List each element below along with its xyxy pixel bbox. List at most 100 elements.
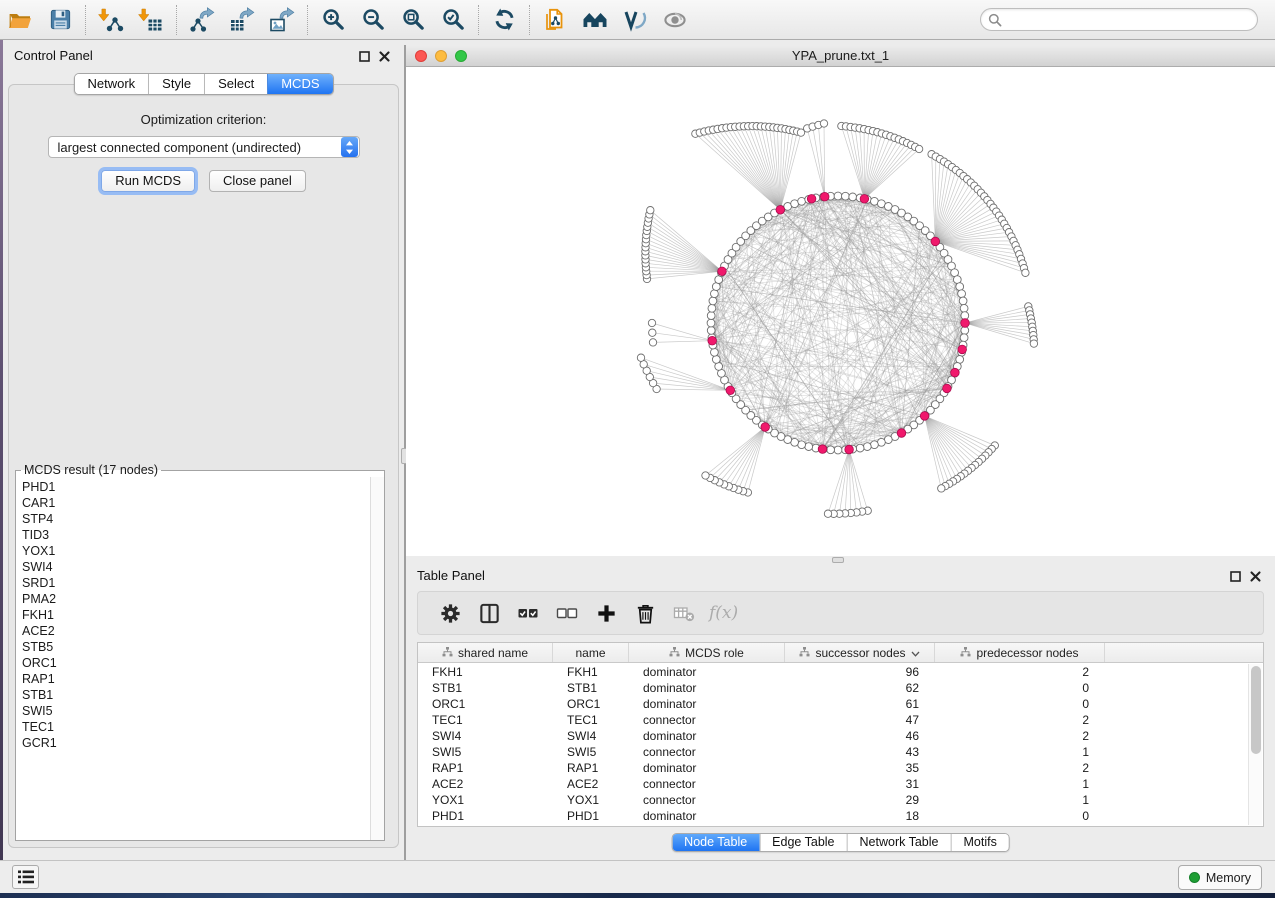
- table-row[interactable]: TEC1TEC1connector472: [418, 712, 1247, 728]
- graphics-details-icon[interactable]: [615, 3, 655, 37]
- column-header-name[interactable]: name: [553, 643, 629, 662]
- network-window-titlebar[interactable]: YPA_prune.txt_1: [406, 45, 1275, 67]
- table-scrollbar[interactable]: [1248, 664, 1262, 825]
- mcds-node-item[interactable]: SRD1: [22, 575, 384, 591]
- network-view-window: YPA_prune.txt_1: [406, 45, 1275, 556]
- column-header-successor-nodes[interactable]: successor nodes: [785, 643, 935, 662]
- search-icon: [988, 13, 1002, 27]
- cell-name: ACE2: [553, 777, 629, 791]
- add-column-icon[interactable]: [592, 599, 620, 627]
- minimize-window-button[interactable]: [435, 50, 447, 62]
- mcds-node-item[interactable]: SWI4: [22, 559, 384, 575]
- mcds-node-item[interactable]: TID3: [22, 527, 384, 543]
- cell-shared-name: YOX1: [418, 793, 553, 807]
- network-window-title: YPA_prune.txt_1: [792, 48, 889, 63]
- task-history-button[interactable]: [12, 865, 39, 889]
- mcds-node-item[interactable]: TEC1: [22, 719, 384, 735]
- table-row[interactable]: SWI5SWI5connector431: [418, 744, 1247, 760]
- import-network-icon[interactable]: [91, 3, 131, 37]
- network-canvas[interactable]: [406, 67, 1275, 555]
- mcds-list-scrollbar[interactable]: [370, 477, 384, 840]
- mcds-node-item[interactable]: PMA2: [22, 591, 384, 607]
- close-panel-icon[interactable]: [379, 51, 390, 62]
- mcds-node-item[interactable]: STB5: [22, 639, 384, 655]
- table-row[interactable]: RAP1RAP1dominator352: [418, 760, 1247, 776]
- mcds-node-item[interactable]: PHD1: [22, 479, 384, 495]
- cell-shared-name: SWI5: [418, 745, 553, 759]
- mcds-node-item[interactable]: YOX1: [22, 543, 384, 559]
- table-row[interactable]: STB1STB1dominator620: [418, 680, 1247, 696]
- mcds-node-item[interactable]: STP4: [22, 511, 384, 527]
- deselect-all-icon[interactable]: [553, 599, 581, 627]
- search-input[interactable]: [1002, 11, 1257, 29]
- mcds-node-item[interactable]: ORC1: [22, 655, 384, 671]
- close-window-button[interactable]: [415, 50, 427, 62]
- mcds-node-item[interactable]: RAP1: [22, 671, 384, 687]
- zoom-selected-icon[interactable]: [433, 3, 473, 37]
- export-image-icon[interactable]: [262, 3, 302, 37]
- save-session-icon[interactable]: [40, 3, 80, 37]
- optimization-criterion-select[interactable]: largest connected component (undirected): [48, 136, 360, 158]
- close-panel-icon[interactable]: [1250, 571, 1261, 582]
- memory-button[interactable]: Memory: [1178, 865, 1262, 890]
- table-scrollbar-thumb[interactable]: [1251, 666, 1261, 754]
- cell-shared-name: FKH1: [418, 665, 553, 679]
- control-tab-style[interactable]: Style: [148, 74, 204, 94]
- column-header-predecessor-nodes[interactable]: predecessor nodes: [935, 643, 1105, 662]
- export-table-icon[interactable]: [222, 3, 262, 37]
- first-neighbors-icon[interactable]: [575, 3, 615, 37]
- zoom-out-icon[interactable]: [353, 3, 393, 37]
- list-icon: [18, 870, 34, 884]
- table-tab-network-table[interactable]: Network Table: [847, 834, 951, 851]
- mcds-node-item[interactable]: ACE2: [22, 623, 384, 639]
- cell-name: SWI4: [553, 729, 629, 743]
- table-row[interactable]: YOX1YOX1connector291: [418, 792, 1247, 808]
- mcds-node-item[interactable]: SWI5: [22, 703, 384, 719]
- cell-predecessor-nodes: 2: [935, 713, 1105, 727]
- column-header-MCDS-role[interactable]: MCDS role: [629, 643, 785, 662]
- table-row[interactable]: SWI4SWI4dominator462: [418, 728, 1247, 744]
- maximize-window-button[interactable]: [455, 50, 467, 62]
- column-settings-gear-icon[interactable]: [436, 599, 464, 627]
- table-row[interactable]: PHD1PHD1dominator180: [418, 808, 1247, 824]
- toggle-panel-mode-icon[interactable]: [475, 599, 503, 627]
- mcds-node-item[interactable]: STB1: [22, 687, 384, 703]
- zoom-fit-icon[interactable]: [393, 3, 433, 37]
- zoom-in-icon[interactable]: [313, 3, 353, 37]
- cell-successor-nodes: 43: [785, 745, 935, 759]
- column-header-filler: [1105, 643, 1263, 662]
- new-network-from-file-icon[interactable]: [535, 3, 575, 37]
- column-type-icon: [799, 646, 810, 660]
- main-toolbar: [0, 0, 1275, 40]
- table-tab-motifs[interactable]: Motifs: [950, 834, 1008, 851]
- show-hide-eye-icon[interactable]: [655, 3, 695, 37]
- cell-name: YOX1: [553, 793, 629, 807]
- mcds-node-item[interactable]: GCR1: [22, 735, 384, 751]
- close-panel-button[interactable]: Close panel: [209, 170, 306, 192]
- table-tab-edge-table[interactable]: Edge Table: [759, 834, 846, 851]
- control-panel-tab-bar: NetworkStyleSelectMCDS: [73, 73, 333, 95]
- mcds-node-item[interactable]: CAR1: [22, 495, 384, 511]
- control-tab-mcds[interactable]: MCDS: [267, 74, 332, 94]
- mcds-node-item[interactable]: FKH1: [22, 607, 384, 623]
- refresh-icon[interactable]: [484, 3, 524, 37]
- export-network-icon[interactable]: [182, 3, 222, 37]
- run-mcds-button[interactable]: Run MCDS: [101, 170, 195, 192]
- float-panel-icon[interactable]: [1230, 571, 1241, 582]
- mcds-result-list[interactable]: PHD1CAR1STP4TID3YOX1SWI4SRD1PMA2FKH1ACE2…: [16, 477, 384, 840]
- table-tab-node-table[interactable]: Node Table: [672, 834, 759, 851]
- table-row[interactable]: ACE2ACE2connector311: [418, 776, 1247, 792]
- float-panel-icon[interactable]: [359, 51, 370, 62]
- control-tab-select[interactable]: Select: [204, 74, 267, 94]
- table-row[interactable]: ORC1ORC1dominator610: [418, 696, 1247, 712]
- import-table-icon[interactable]: [131, 3, 171, 37]
- cell-shared-name: RAP1: [418, 761, 553, 775]
- network-search-box[interactable]: [980, 8, 1258, 31]
- delete-column-trash-icon[interactable]: [631, 599, 659, 627]
- control-tab-network[interactable]: Network: [74, 74, 148, 94]
- select-all-icon[interactable]: [514, 599, 542, 627]
- horizontal-splitter-grip[interactable]: [832, 557, 844, 563]
- table-row[interactable]: FKH1FKH1dominator962: [418, 664, 1247, 680]
- column-header-shared-name[interactable]: shared name: [418, 643, 553, 662]
- open-file-icon[interactable]: [0, 3, 40, 37]
